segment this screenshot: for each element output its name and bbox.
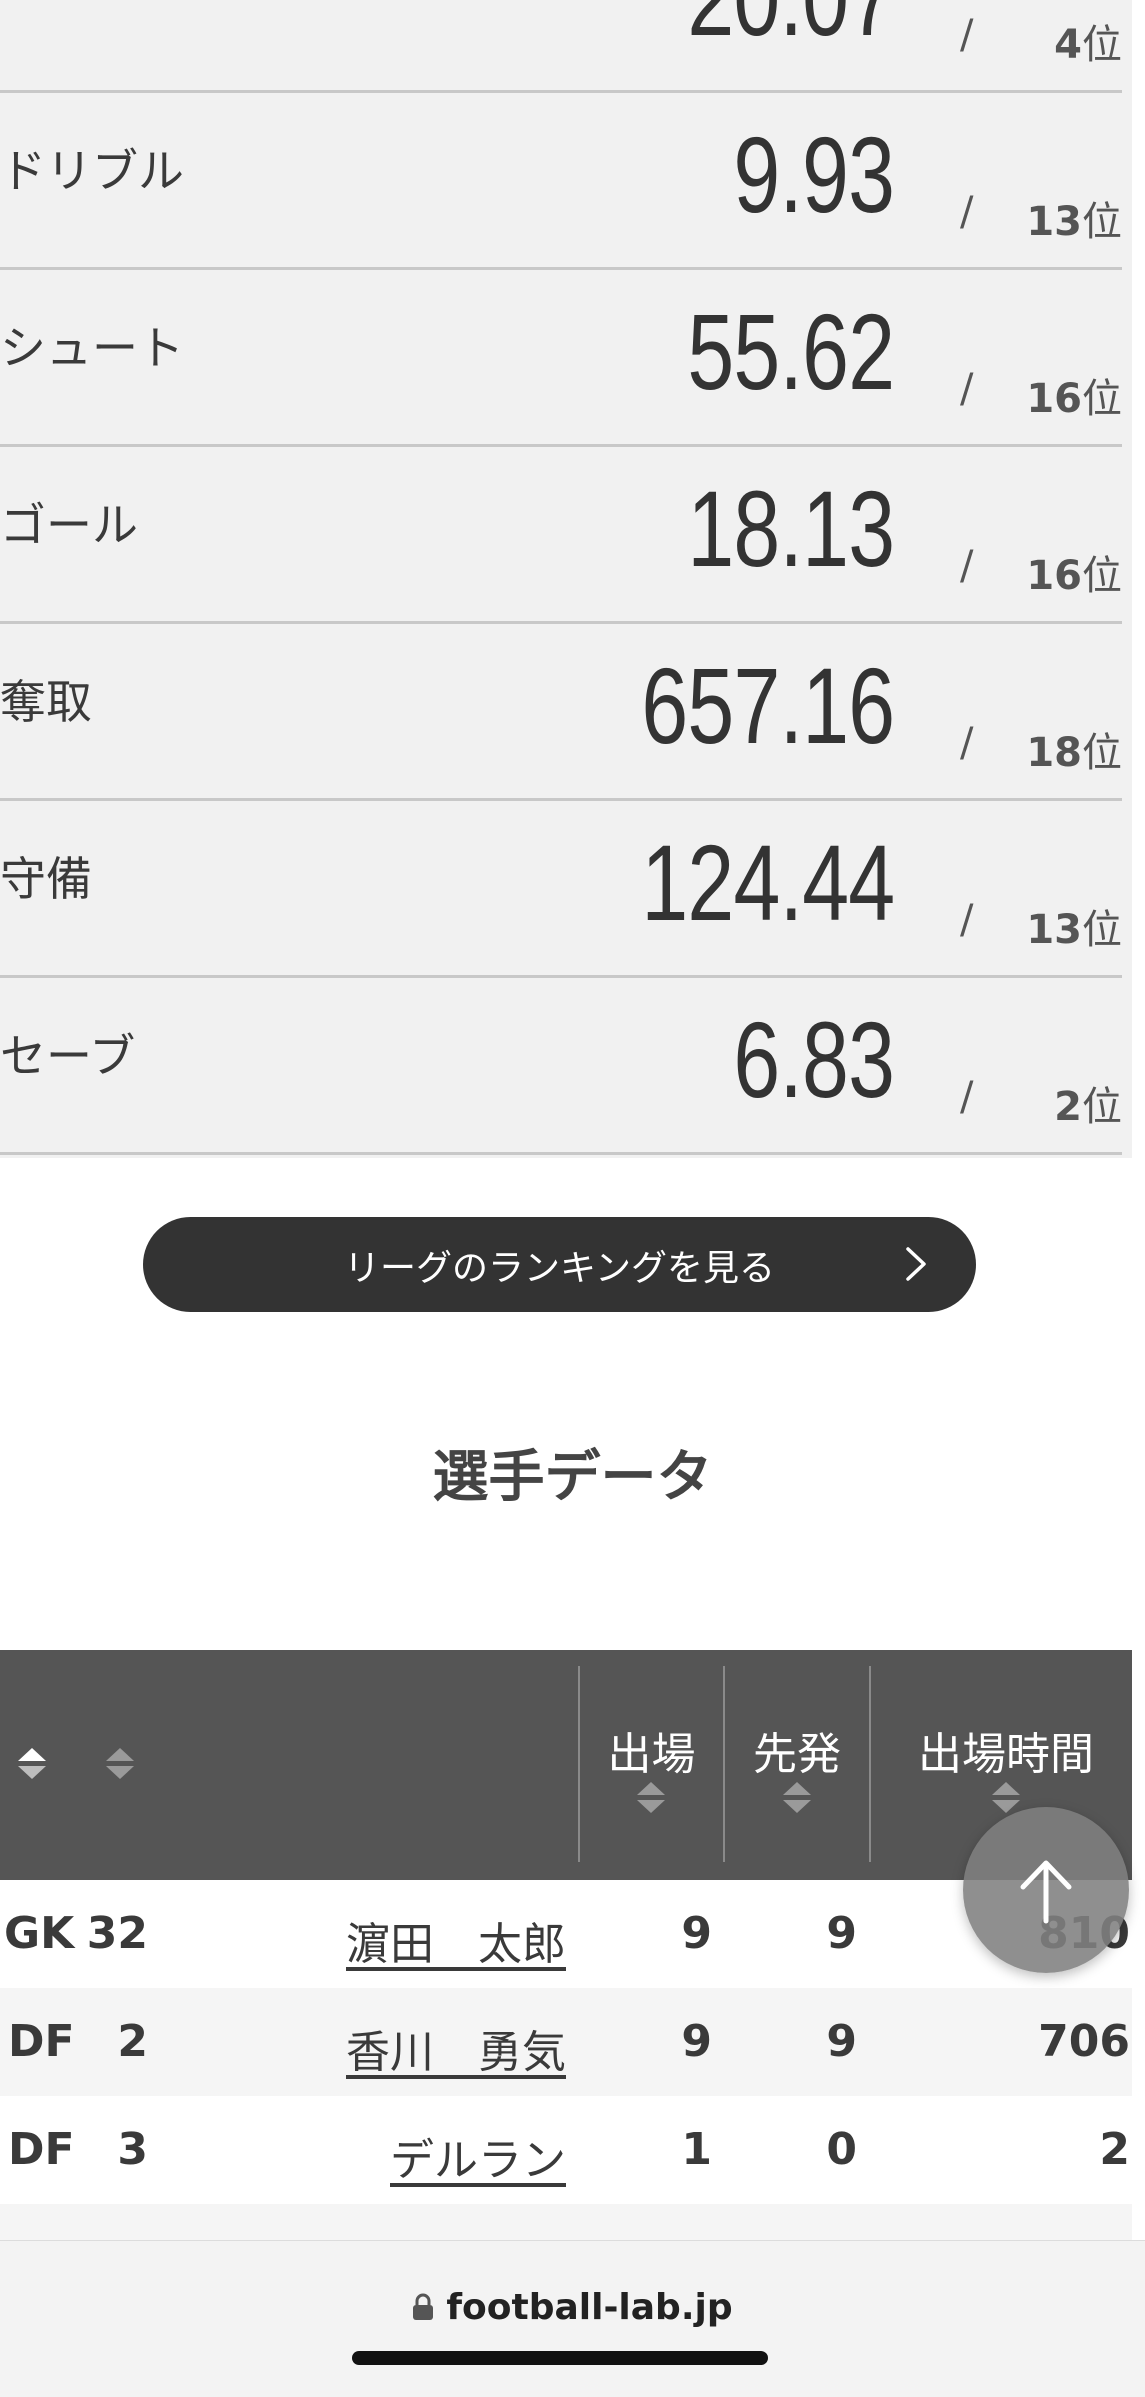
stat-rank-suffix: 位: [1082, 1084, 1122, 1130]
stat-separator: /: [960, 12, 974, 58]
stat-separator: /: [960, 543, 974, 589]
player-starts: 0: [826, 2124, 857, 2175]
player-appearances: 1: [681, 2124, 712, 2175]
stat-label: 守備: [0, 852, 92, 906]
player-name-link[interactable]: 濵田 太郎: [200, 1908, 566, 1972]
stat-separator: /: [960, 189, 974, 235]
stat-rank-number: 2: [1054, 1084, 1082, 1130]
stat-value: 18.13: [687, 468, 895, 589]
sort-position-icon[interactable]: [16, 1746, 48, 1782]
stat-rank-number: 13: [1026, 199, 1082, 245]
stat-row: セーブ 6.83 / 2位: [0, 978, 1122, 1155]
stat-value: 124.44: [641, 822, 895, 943]
stat-rank-suffix: 位: [1082, 553, 1122, 599]
stat-rank: 13位: [1026, 189, 1122, 247]
stat-rank: 18位: [1026, 720, 1122, 778]
player-starts: 9: [826, 1908, 857, 1959]
stat-rank: 13位: [1026, 897, 1122, 955]
view-league-ranking-button[interactable]: リーグのランキングを見る: [143, 1217, 976, 1312]
url-text: football-lab.jp: [446, 2287, 733, 2328]
column-header-starts[interactable]: 先発: [725, 1718, 869, 1782]
home-indicator[interactable]: [352, 2351, 768, 2365]
stat-separator: /: [960, 720, 974, 766]
stat-value: 657.16: [641, 645, 895, 766]
stat-row: シュート 55.62 / 16位: [0, 270, 1122, 447]
table-row-partial: [0, 2204, 1132, 2240]
stat-rank-suffix: 位: [1082, 907, 1122, 953]
stat-rank-number: 4: [1054, 22, 1082, 68]
stat-value: 6.83: [733, 999, 895, 1120]
stat-value: 9.93: [733, 114, 895, 235]
stat-row: ドリブル 9.93 / 13位: [0, 93, 1122, 270]
stat-row: 奪取 657.16 / 18位: [0, 624, 1122, 801]
stat-rank: 16位: [1026, 366, 1122, 424]
stat-separator: /: [960, 1074, 974, 1120]
stat-separator: /: [960, 366, 974, 412]
sort-appearances-icon[interactable]: [635, 1780, 667, 1816]
column-header-minutes[interactable]: 出場時間: [871, 1718, 1141, 1782]
stat-rank-number: 16: [1026, 553, 1082, 599]
arrow-up-icon: [1020, 1860, 1072, 1924]
stat-rank-number: 13: [1026, 907, 1082, 953]
stat-label: セーブ: [0, 1029, 136, 1083]
stat-label: ドリブル: [0, 144, 184, 198]
table-row: DF 3 デルラン 1 0 2: [0, 2096, 1132, 2204]
player-position: GK: [4, 1908, 75, 1959]
stat-label: シュート: [0, 321, 184, 375]
stat-row: ゴール 18.13 / 16位: [0, 447, 1122, 624]
url-display[interactable]: football-lab.jp: [0, 2287, 1145, 2328]
column-header-appearances[interactable]: 出場: [580, 1718, 723, 1782]
player-position: DF: [8, 2124, 75, 2175]
stat-value: 55.62: [687, 291, 895, 412]
stat-rank-suffix: 位: [1082, 22, 1122, 68]
team-stats-panel: 20.07 / 4位 ドリブル 9.93 / 13位 シュート 55.62 / …: [0, 0, 1132, 1158]
stat-rank: 4位: [1054, 12, 1122, 70]
table-row: DF 2 香川 勇気 9 9 706: [0, 1988, 1132, 2096]
stat-rank: 16位: [1026, 543, 1122, 601]
browser-address-bar[interactable]: football-lab.jp: [0, 2240, 1145, 2397]
player-position: DF: [8, 2016, 75, 2067]
player-appearances: 9: [681, 2016, 712, 2067]
player-number: 3: [117, 2124, 148, 2175]
section-title: 選手データ: [432, 1445, 713, 1510]
ranking-button-label: リーグのランキングを見る: [344, 1247, 775, 1289]
lock-icon: [413, 2293, 434, 2320]
player-number: 32: [86, 1908, 148, 1959]
player-minutes: 2: [1099, 2124, 1130, 2175]
stat-rank-number: 16: [1026, 376, 1082, 422]
player-name-link[interactable]: 香川 勇気: [200, 2016, 566, 2080]
player-starts: 9: [826, 2016, 857, 2067]
stat-rank-number: 18: [1026, 730, 1082, 776]
stat-rank: 2位: [1054, 1074, 1122, 1132]
stat-separator: /: [960, 897, 974, 943]
scroll-to-top-button[interactable]: [963, 1807, 1129, 1973]
player-minutes: 706: [1038, 2016, 1130, 2067]
sort-starts-icon[interactable]: [781, 1780, 813, 1816]
player-name-link[interactable]: デルラン: [200, 2124, 566, 2188]
sort-number-icon[interactable]: [104, 1746, 136, 1782]
stat-value: 20.07: [687, 0, 895, 52]
stat-row: 20.07 / 4位: [0, 0, 1122, 93]
stat-rank-suffix: 位: [1082, 376, 1122, 422]
stat-row: 守備 124.44 / 13位: [0, 801, 1122, 978]
player-number: 2: [117, 2016, 148, 2067]
stat-label: ゴール: [0, 498, 138, 552]
stat-rank-suffix: 位: [1082, 730, 1122, 776]
stat-rank-suffix: 位: [1082, 199, 1122, 245]
player-appearances: 9: [681, 1908, 712, 1959]
stat-label: 奪取: [0, 675, 92, 729]
chevron-right-icon: [906, 1247, 926, 1281]
